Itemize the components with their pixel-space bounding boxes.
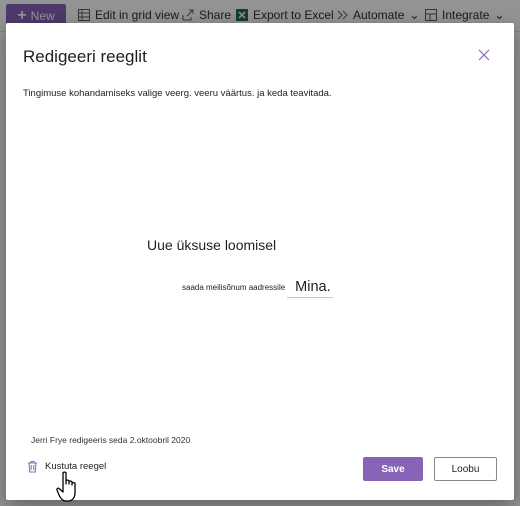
recipient-field[interactable]: Mina.	[287, 278, 333, 298]
edited-note: Jerri Frye redigeeris seda 2.oktoobril 2…	[31, 435, 191, 445]
edit-rule-dialog: Redigeeri reeglit Tingimuse kohandamisek…	[6, 23, 514, 500]
send-email-label: saada meilisõnum aadressile	[182, 283, 286, 292]
dialog-title: Redigeeri reeglit	[23, 47, 147, 66]
hand-pointer-cursor-icon	[56, 471, 76, 502]
save-button[interactable]: Save	[363, 457, 423, 481]
close-icon[interactable]	[476, 47, 492, 63]
trash-icon	[28, 461, 37, 473]
send-email-row: saada meilisõnum aadressile Mina.	[182, 278, 333, 298]
condition-title[interactable]: Uue üksuse loomisel	[147, 237, 276, 253]
cancel-button[interactable]: Loobu	[434, 457, 497, 481]
instruction-text: Tingimuse kohandamiseks valige veerg. ve…	[23, 88, 332, 99]
